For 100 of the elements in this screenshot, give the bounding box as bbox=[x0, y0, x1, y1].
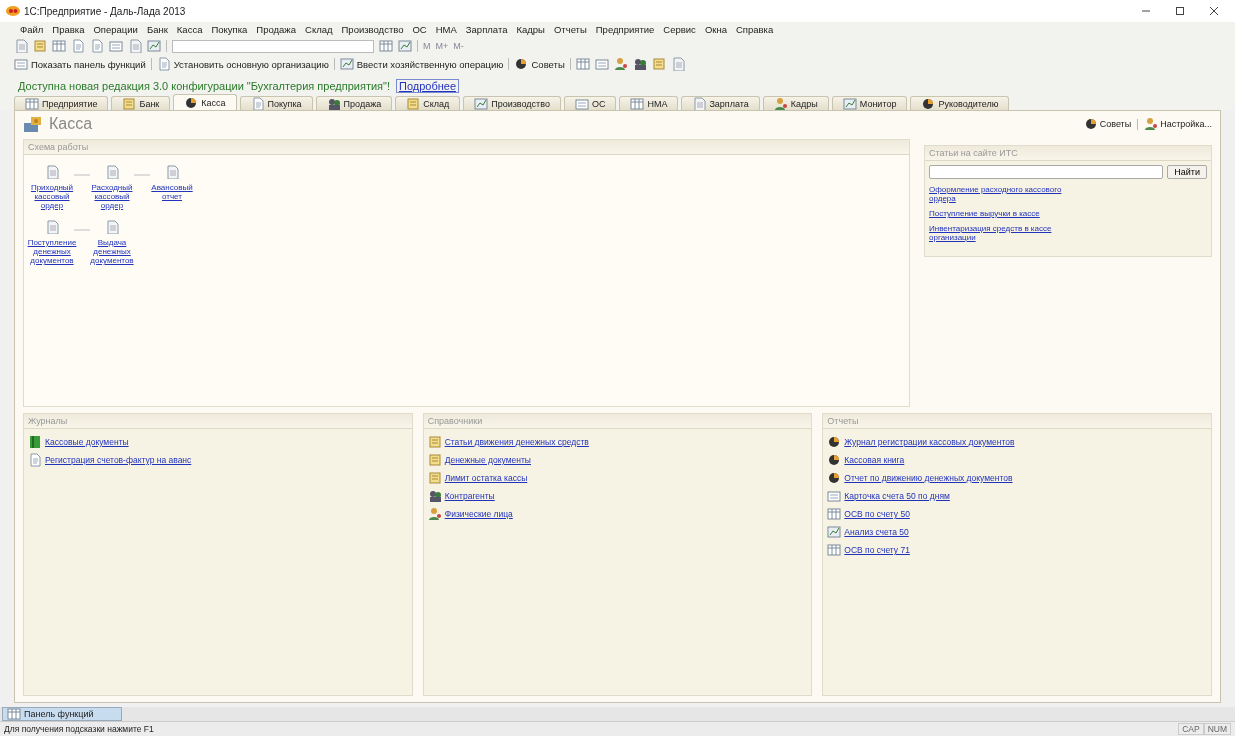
panel-link[interactable]: Контрагенты bbox=[444, 491, 495, 501]
panel-link[interactable]: Карточка счета 50 по дням bbox=[844, 491, 950, 501]
panel-link[interactable]: ОСВ по счету 50 bbox=[844, 509, 910, 519]
menu-item[interactable]: Файл bbox=[20, 24, 44, 35]
menu-item[interactable]: Операции bbox=[93, 24, 138, 35]
article-link[interactable]: Поступление выручки в кассе bbox=[929, 209, 1069, 218]
status-indicator: NUM bbox=[1203, 723, 1231, 735]
article-link[interactable]: Оформление расходного кассового ордера bbox=[929, 185, 1069, 203]
tab-icon bbox=[25, 96, 39, 111]
section-header: Отчеты bbox=[823, 414, 1211, 429]
panel-link[interactable]: Журнал регистрации кассовых документов bbox=[844, 437, 1015, 447]
find-button[interactable]: Найти bbox=[1167, 165, 1207, 179]
scheme-link[interactable]: Расходный кассовый ордер bbox=[90, 183, 134, 210]
folder-icon bbox=[427, 435, 442, 449]
toolbar-button[interactable]: Установить основную организацию bbox=[156, 57, 329, 71]
taskbar-button[interactable]: Панель функций bbox=[2, 707, 122, 721]
menu-item[interactable]: Справка bbox=[735, 24, 774, 35]
doc-icon bbox=[28, 453, 42, 467]
menu-item[interactable]: Сервис bbox=[663, 24, 696, 35]
toolbar-button[interactable]: Ввести хозяйственную операцию bbox=[339, 57, 504, 71]
status-hint: Для получения подсказки нажмите F1 bbox=[4, 724, 154, 734]
toolbar-icon bbox=[14, 57, 28, 71]
search-field[interactable] bbox=[172, 39, 374, 53]
menu-item[interactable]: Правка bbox=[52, 24, 85, 35]
table-icon bbox=[827, 543, 842, 557]
tab[interactable]: Кадры bbox=[762, 96, 829, 110]
tab[interactable]: ОС bbox=[563, 96, 617, 110]
report-icon bbox=[827, 471, 842, 485]
tab-icon bbox=[921, 96, 936, 111]
panel-link[interactable]: Отчет по движению денежных документов bbox=[844, 473, 1013, 483]
window-title: 1С:Предприятие - Даль-Лада 2013 bbox=[24, 5, 186, 17]
toolbar-icon bbox=[71, 39, 85, 53]
panel-link[interactable]: Кассовая книга bbox=[844, 455, 905, 465]
menu-item[interactable]: Предприятие bbox=[595, 24, 655, 35]
tab[interactable]: НМА bbox=[619, 96, 679, 110]
tab[interactable]: Банк bbox=[111, 96, 171, 110]
toolbar-icon bbox=[514, 57, 529, 71]
panel-link[interactable]: ОСВ по счету 71 bbox=[844, 545, 910, 555]
menu-item[interactable]: ОС bbox=[412, 24, 427, 35]
menu-item[interactable]: НМА bbox=[435, 24, 457, 35]
scheme-link[interactable]: Поступление денежных документов bbox=[27, 238, 77, 265]
toolbar-button[interactable]: Советы bbox=[514, 57, 565, 71]
table-icon bbox=[827, 507, 842, 521]
search-field[interactable] bbox=[929, 165, 1164, 179]
document-icon bbox=[165, 165, 179, 179]
panel-link[interactable]: Регистрация счетов-фактур на аванс bbox=[45, 455, 192, 465]
tab[interactable]: Покупка bbox=[239, 96, 313, 110]
app-logo-icon bbox=[6, 6, 20, 16]
tab[interactable]: Руководителю bbox=[910, 96, 1010, 110]
panel-link[interactable]: Кассовые документы bbox=[45, 437, 129, 447]
tab[interactable]: Монитор bbox=[831, 96, 908, 110]
menu-item[interactable]: Касса bbox=[176, 24, 203, 35]
person-icon bbox=[427, 507, 442, 521]
toolbar-link[interactable]: Советы bbox=[1083, 117, 1132, 131]
tab[interactable]: Предприятие bbox=[14, 96, 109, 110]
panel-link[interactable]: Лимит остатка кассы bbox=[444, 473, 528, 483]
panel-link[interactable]: Анализ счета 50 bbox=[844, 527, 909, 537]
scheme-link[interactable]: Выдача денежных документов bbox=[90, 238, 134, 265]
menu-item[interactable]: Окна bbox=[704, 24, 727, 35]
toolbar-icon bbox=[52, 39, 66, 53]
report-icon bbox=[827, 453, 842, 467]
article-link[interactable]: Инвентаризация средств в кассе организации bbox=[929, 224, 1069, 242]
menu-item[interactable]: Покупка bbox=[211, 24, 248, 35]
tab[interactable]: Касса bbox=[173, 94, 237, 110]
tab-icon bbox=[842, 96, 857, 111]
toolbar-icon bbox=[33, 39, 47, 53]
tab[interactable]: Производство bbox=[463, 96, 561, 110]
section-header: Журналы bbox=[24, 414, 412, 429]
panel-link[interactable]: Физические лица bbox=[444, 509, 513, 519]
tab[interactable]: Зарплата bbox=[681, 96, 760, 110]
section-header: Статьи на сайте ИТС bbox=[925, 146, 1211, 161]
toolbar-link[interactable]: Настройка... bbox=[1144, 117, 1212, 131]
tab-icon bbox=[630, 96, 645, 111]
tab-icon bbox=[250, 96, 265, 111]
tab[interactable]: Продажа bbox=[315, 96, 393, 110]
card-icon bbox=[827, 489, 842, 503]
update-notice: Доступна новая редакция 3.0 конфигурации "Бухгалтерия предприятия"! bbox=[18, 80, 390, 92]
toolbar-icon bbox=[651, 57, 666, 71]
toolbar-icon bbox=[109, 39, 123, 53]
scheme-link[interactable]: Авансовый отчет bbox=[150, 183, 194, 201]
toolbar-icon bbox=[379, 39, 393, 53]
menu-item[interactable]: Банк bbox=[146, 24, 168, 35]
panel-link[interactable]: Статьи движения денежных средств bbox=[444, 437, 589, 447]
menu-item[interactable]: Кадры bbox=[516, 24, 545, 35]
analysis-icon bbox=[827, 525, 842, 539]
tab-icon bbox=[574, 96, 589, 111]
people-icon bbox=[427, 489, 442, 503]
scheme-link[interactable]: Приходный кассовый ордер bbox=[30, 183, 74, 210]
details-link[interactable]: Подробнее bbox=[396, 79, 460, 93]
document-icon bbox=[105, 165, 119, 179]
menu-item[interactable]: Зарплата bbox=[465, 24, 508, 35]
tab-icon bbox=[326, 96, 341, 111]
menu-item[interactable]: Продажа bbox=[256, 24, 296, 35]
tab-icon bbox=[122, 96, 137, 111]
menu-item[interactable]: Производство bbox=[341, 24, 404, 35]
toolbar-button[interactable]: Показать панель функций bbox=[14, 57, 146, 71]
menu-item[interactable]: Отчеты bbox=[553, 24, 587, 35]
menu-item[interactable]: Склад bbox=[305, 24, 333, 35]
tab[interactable]: Склад bbox=[395, 96, 461, 110]
panel-link[interactable]: Денежные документы bbox=[444, 455, 531, 465]
